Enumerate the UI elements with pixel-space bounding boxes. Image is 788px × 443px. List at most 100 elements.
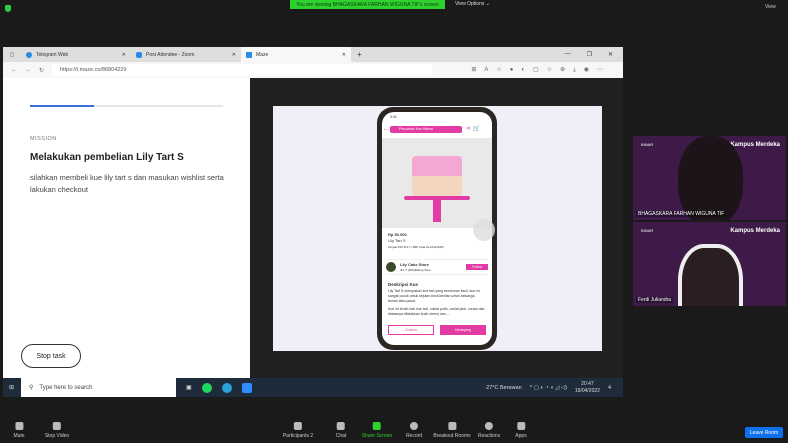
weather[interactable]: 27°C Berawan (486, 385, 522, 391)
close-tab-icon[interactable]: ✕ (122, 52, 126, 58)
browser-toolbar-icons[interactable]: ⊞A☆●◐▢☆⊕⤓◉⋯ (471, 66, 623, 74)
label: Apps (515, 433, 527, 439)
mission-description: silahkan membeli kue lily tart s dan mas… (30, 173, 224, 194)
participants-icon (293, 422, 302, 430)
stop-video-button[interactable]: Stop Video (45, 422, 69, 439)
share-screen-icon (372, 422, 381, 430)
participant-image (678, 136, 743, 220)
follow-button[interactable]: Follow (465, 264, 488, 270)
tab-label: Maze (256, 51, 269, 58)
progress-bar (30, 105, 223, 107)
shared-browser-window: ▢ Telegram Web ✕ Post Attendee - Zoom ✕ Ma… (3, 47, 623, 397)
product-meta: Terjual 150 ★4.7 (180) Kata Pembeli(180) (388, 245, 444, 249)
store-name: Lily Cake Store (400, 262, 429, 267)
view-button[interactable]: View (765, 4, 776, 10)
stop-task-button[interactable]: Stop task (21, 344, 81, 368)
tab-maze[interactable]: Maze ✕ (241, 47, 351, 62)
participants-button[interactable]: Participants 2 (283, 422, 313, 439)
search-input[interactable]: Pencarian Kue Hitmat (390, 126, 462, 133)
tray-icons[interactable]: ^ ▢ ◐ ◔ ◖ ◿ ◁) (530, 385, 567, 391)
participant-name: Ferdi Juliandra (636, 297, 674, 303)
tab-label: Post Attendee - Zoom (146, 51, 195, 58)
tab-zoom[interactable]: Post Attendee - Zoom ✕ (131, 47, 241, 62)
participant-image (678, 244, 743, 306)
refresh-icon[interactable]: ↻ (39, 67, 44, 74)
chat-icon (337, 422, 345, 430)
microphone-icon (15, 422, 23, 430)
notification-icon[interactable]: 4 (608, 385, 611, 391)
description-title: Deskripsi Kue (388, 282, 419, 287)
restore-icon[interactable]: ❐ (587, 51, 592, 58)
tab-telegram[interactable]: Telegram Web ✕ (21, 47, 131, 62)
cart-button[interactable]: Keranjang (440, 325, 486, 335)
participant-name: BHAGASKARA FARHAN WIGUNA TIF (636, 211, 727, 217)
new-tab-icon[interactable]: + (357, 50, 362, 59)
description-text: Kue ini terdiri dari kue tart, coklat pu… (388, 307, 485, 316)
clock[interactable]: 20:47 19/04/2022 (575, 381, 600, 395)
mute-button[interactable]: Mute (13, 422, 25, 439)
url-input[interactable]: https://t.maze.co/86804229 (52, 64, 433, 76)
wishlist-heart-icon[interactable] (473, 219, 495, 241)
task-view-icon[interactable]: ▣ (186, 384, 192, 391)
custom-button[interactable]: Custom (388, 325, 434, 335)
label: Participants (282, 433, 309, 439)
label: Breakout Rooms (433, 433, 471, 439)
close-tab-icon[interactable]: ✕ (232, 52, 236, 58)
search-icon: ⚲ (29, 385, 34, 391)
store-row: Lily Cake Store ★4.7 (250)Rating Toko Fol… (386, 259, 488, 275)
participant-count: 2 (310, 433, 314, 439)
meeting-toolbar: Mute Stop Video Participants 2 Chat Shar… (0, 420, 788, 443)
product-info: Rp 50.000 Lily Tart S Terjual 150 ★4.7 (… (388, 232, 444, 250)
back-icon[interactable]: ← (11, 67, 17, 73)
video-camera-icon (53, 422, 61, 430)
reactions-button[interactable]: Reactions (478, 422, 500, 439)
breakout-rooms-button[interactable]: Breakout Rooms (433, 422, 471, 439)
close-icon[interactable]: ✕ (608, 51, 613, 58)
maze-icon (246, 51, 252, 58)
system-tray: 27°C Berawan ^ ▢ ◐ ◔ ◖ ◿ ◁) 20:47 19/04/2… (486, 381, 623, 395)
record-button[interactable]: Record (406, 422, 422, 439)
security-shield-icon[interactable] (5, 5, 11, 12)
breakout-rooms-icon (448, 422, 456, 430)
taskbar-search[interactable]: ⚲ Type here to search (21, 378, 176, 397)
address-bar-row: ← → ↻ https://t.maze.co/86804229 ⊞A☆●◐▢☆⊕⤓… (3, 62, 623, 78)
viewing-banner: You are viewing BHAGASKARA FARHAN WIGUNA… (290, 0, 445, 9)
date: 19/04/2022 (574, 387, 600, 394)
windows-start-icon[interactable]: ⊞ (9, 384, 14, 391)
description-text: Lily Tart S merupakan kue tart yang beru… (388, 289, 480, 303)
maze-mission-panel: MISSION Melakukan pembelian Lily Tart S … (3, 78, 250, 378)
windows-taskbar: ⊞ ⚲ Type here to search ▣ 27°C Berawan ^ … (3, 378, 623, 397)
store-avatar (386, 262, 396, 272)
kampus-merdeka-logo: Kampus Merdeka (730, 142, 780, 148)
view-options-button[interactable]: View Options ⌄ (455, 1, 490, 7)
chat-button[interactable]: Chat (336, 422, 346, 439)
description: Deskripsi Kue Lily Tart S merupakan kue … (388, 282, 486, 317)
record-icon (410, 422, 418, 430)
leave-room-button[interactable]: Leave Room (745, 427, 783, 438)
close-tab-icon[interactable]: ✕ (342, 52, 346, 58)
binar-logo: BINAR (641, 142, 654, 147)
share-screen-button[interactable]: Share Screen (361, 422, 393, 439)
mission-title: Melakukan pembelian Lily Tart S (30, 152, 184, 163)
minimize-icon[interactable]: — (565, 51, 571, 58)
label: Share Screen (361, 433, 393, 439)
tab-actions-icon[interactable]: ▢ (3, 52, 21, 58)
participant-video[interactable]: BINAR Kampus Merdeka BHAGASKARA FARHAN W… (633, 136, 786, 220)
back-arrow-icon[interactable]: ← (383, 126, 389, 132)
label: Stop Video (44, 433, 70, 439)
zoom-app-icon[interactable] (241, 382, 252, 393)
mission-label: MISSION (30, 136, 57, 142)
participant-video[interactable]: BINAR Kampus Merdeka Ferdi Juliandra (633, 222, 786, 306)
status-time: 9:41 (390, 115, 397, 119)
label: Reactions (477, 433, 501, 439)
action-buttons: Custom Keranjang (388, 325, 486, 335)
share-cart-icons[interactable]: ⋖ 🛒 (466, 125, 480, 132)
spotify-icon[interactable] (201, 382, 212, 393)
tab-bar: ▢ Telegram Web ✕ Post Attendee - Zoom ✕ Ma… (3, 47, 623, 62)
product-image (382, 138, 492, 228)
store-rating: ★4.7 (250)Rating Toko (400, 268, 431, 272)
edge-icon[interactable] (221, 382, 232, 393)
apps-icon (517, 422, 525, 430)
forward-icon[interactable]: → (25, 67, 31, 73)
apps-button[interactable]: Apps (515, 422, 527, 439)
